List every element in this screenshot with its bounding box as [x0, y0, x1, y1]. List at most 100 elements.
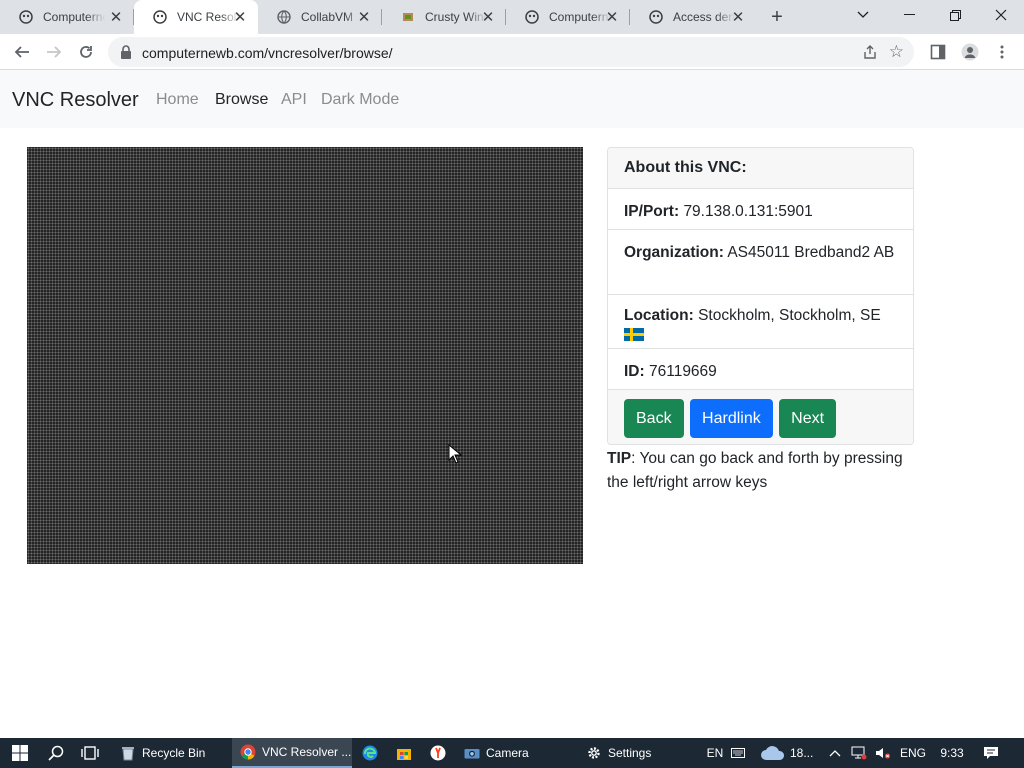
close-icon[interactable]: ✕	[356, 9, 372, 26]
close-window-button[interactable]	[978, 0, 1024, 30]
chrome-icon	[240, 744, 256, 760]
task-view-icon	[81, 746, 99, 760]
network-icon[interactable]	[848, 738, 870, 768]
next-button[interactable]: Next	[779, 399, 837, 438]
tab-search-button[interactable]	[840, 0, 886, 30]
taskbar-store[interactable]	[390, 738, 418, 768]
menu-kebab-icon[interactable]	[992, 42, 1012, 62]
cloud-icon[interactable]	[758, 738, 788, 768]
restore-button[interactable]	[932, 0, 978, 30]
taskbar-camera[interactable]: Camera	[458, 738, 568, 768]
notification-icon[interactable]	[978, 738, 1004, 768]
crusty-icon	[400, 9, 416, 25]
logo-icon	[18, 9, 34, 25]
profile-icon[interactable]	[960, 42, 980, 62]
input-language-short[interactable]: EN	[704, 738, 726, 768]
store-icon	[397, 749, 411, 760]
mouse-cursor-icon	[448, 444, 462, 464]
tab-computernewb-1[interactable]: Computernewb ✕	[0, 0, 134, 34]
id-row: ID: 76119669	[608, 349, 913, 390]
tab-collabvm[interactable]: CollabVM ✕	[258, 0, 382, 34]
recycle-bin-icon	[120, 745, 136, 761]
tip-text: TIP: You can go back and forth by pressi…	[607, 447, 917, 495]
new-tab-button[interactable]: +	[766, 6, 788, 28]
site-navbar: VNC Resolver Home Browse API Dark Mode	[0, 70, 1024, 128]
input-language[interactable]: ENG	[898, 738, 928, 768]
location-label: Location:	[624, 307, 694, 324]
location-value: Stockholm, Stockholm, SE	[698, 307, 881, 324]
card-header: About this VNC:	[608, 148, 913, 189]
taskbar-recycle-bin[interactable]: Recycle Bin	[112, 738, 228, 768]
tab-crusty-windows[interactable]: Crusty Windows ✕	[382, 0, 506, 34]
taskbar-yandex[interactable]	[424, 738, 452, 768]
camera-icon	[464, 745, 480, 761]
start-button[interactable]	[0, 738, 40, 768]
star-icon[interactable]: ☆	[889, 42, 904, 62]
nav-api[interactable]: API	[281, 91, 307, 109]
yandex-icon	[430, 745, 446, 761]
close-icon[interactable]: ✕	[604, 9, 620, 26]
ip-port-row: IP/Port: 79.138.0.131:5901	[608, 189, 913, 230]
reload-icon	[80, 46, 92, 58]
tab-access-denied[interactable]: Access denied ✕	[630, 0, 756, 34]
vnc-screenshot	[27, 147, 583, 564]
taskbar-settings[interactable]: Settings	[580, 738, 690, 768]
close-icon[interactable]: ✕	[108, 9, 124, 26]
reload-button[interactable]	[74, 40, 98, 64]
tab-title: Access denied	[673, 10, 735, 24]
id-label: ID:	[624, 363, 645, 380]
volume-muted-icon[interactable]	[872, 738, 894, 768]
edge-icon	[362, 745, 378, 761]
share-icon[interactable]	[862, 44, 878, 63]
camera-label: Camera	[486, 746, 529, 760]
url-text: computernewb.com/vncresolver/browse/	[142, 45, 393, 61]
tab-computernewb-2[interactable]: Computernewb ✕	[506, 0, 630, 34]
recycle-bin-label: Recycle Bin	[142, 746, 206, 760]
restore-icon	[949, 9, 961, 21]
browser-toolbar: computernewb.com/vncresolver/browse/ ☆	[0, 34, 1024, 70]
sweden-flag-icon	[624, 328, 644, 342]
search-taskbar-button[interactable]	[40, 738, 72, 768]
back-button[interactable]: Back	[624, 399, 684, 438]
nav-browse[interactable]: Browse	[215, 91, 268, 109]
close-icon[interactable]: ✕	[730, 9, 746, 26]
arrow-right-icon	[47, 46, 62, 58]
hardlink-button[interactable]: Hardlink	[690, 399, 773, 438]
ip-port-value: 79.138.0.131:5901	[683, 203, 813, 220]
organization-row: Organization: AS45011 Bredband2 AB	[608, 230, 913, 295]
chevron-down-icon	[857, 11, 869, 18]
tab-vnc-resolver[interactable]: VNC Resolver ✕	[134, 0, 258, 34]
globe-icon	[276, 9, 292, 25]
close-icon[interactable]: ✕	[232, 9, 248, 26]
windows-logo-icon	[12, 745, 28, 761]
nav-dark-mode[interactable]: Dark Mode	[321, 91, 399, 109]
organization-value: AS45011 Bredband2 AB	[727, 244, 895, 261]
close-icon[interactable]: ✕	[480, 9, 496, 26]
clock[interactable]: 9:33	[934, 738, 970, 768]
lock-icon	[121, 45, 131, 59]
tab-title: VNC Resolver	[177, 10, 239, 24]
settings-label: Settings	[608, 746, 652, 760]
organization-label: Organization:	[624, 244, 724, 261]
forward-nav-button[interactable]	[42, 40, 66, 64]
logo-icon	[648, 9, 664, 25]
site-brand[interactable]: VNC Resolver	[12, 89, 139, 112]
keyboard-icon[interactable]	[728, 738, 748, 768]
tab-title: Crusty Windows	[425, 10, 487, 24]
tip-label: TIP	[607, 450, 632, 467]
chrome-window-label: VNC Resolver ...	[262, 745, 352, 759]
nav-home[interactable]: Home	[156, 91, 199, 109]
taskbar-chrome[interactable]: VNC Resolver ...	[232, 738, 352, 768]
back-nav-button[interactable]	[10, 40, 34, 64]
minimize-icon	[903, 14, 915, 15]
taskbar-edge[interactable]	[356, 738, 384, 768]
search-icon	[48, 745, 64, 761]
task-view-button[interactable]	[74, 738, 106, 768]
minimize-button[interactable]	[886, 0, 932, 30]
address-bar[interactable]: computernewb.com/vncresolver/browse/ ☆	[108, 37, 914, 67]
windows-taskbar: Recycle Bin VNC Resolver ... Camera Sett…	[0, 738, 1024, 768]
tab-strip: Computernewb ✕ VNC Resolver ✕ CollabVM ✕…	[0, 0, 1024, 34]
chevron-up-icon[interactable]	[826, 738, 844, 768]
weather-temperature[interactable]: 18...	[790, 738, 822, 768]
side-panel-icon[interactable]	[928, 42, 948, 62]
